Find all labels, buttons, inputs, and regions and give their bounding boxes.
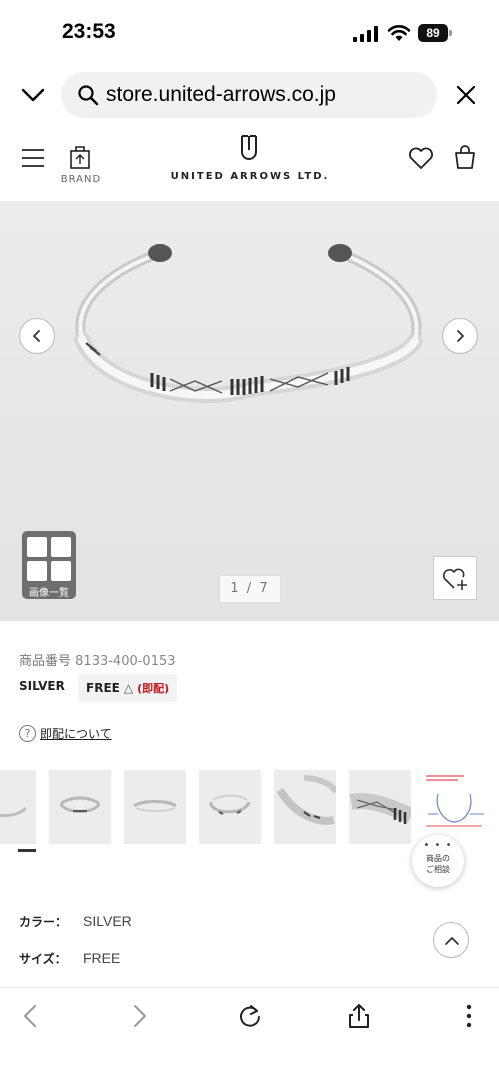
consult-line-1: 商品の xyxy=(426,854,450,863)
arrow-right-icon xyxy=(457,330,464,342)
more-icon xyxy=(466,1004,472,1028)
grid-icon-cell xyxy=(51,537,71,557)
spec-size-label: サイズ： xyxy=(19,952,67,966)
next-image-button[interactable] xyxy=(442,318,478,354)
thumbnail-7[interactable] xyxy=(424,770,486,844)
spec-color-label: カラー： xyxy=(19,915,68,929)
battery-tip xyxy=(449,30,452,36)
consult-label: 商品の ご相談 xyxy=(412,853,464,875)
scroll-to-top-button[interactable] xyxy=(433,922,469,958)
arrow-left-icon xyxy=(33,330,40,342)
menu-icon[interactable] xyxy=(21,147,45,169)
wifi-icon xyxy=(387,25,411,41)
thumbnail-image xyxy=(276,775,339,825)
image-list-button[interactable]: 画像一覧 xyxy=(22,531,76,599)
thumbnail-image xyxy=(349,793,415,824)
image-counter: 1 / 7 xyxy=(219,575,281,603)
consult-dots-icon: • • • xyxy=(423,840,453,851)
heart-icon[interactable] xyxy=(408,146,434,170)
status-time: 23:53 xyxy=(62,20,116,43)
thumbnail-2[interactable] xyxy=(49,770,111,844)
product-number: 商品番号 8133-400-0153 xyxy=(19,650,176,669)
share-button[interactable] xyxy=(345,1002,373,1030)
status-bar: 23:53 89 xyxy=(0,0,499,66)
spec-size-row: サイズ： FREE xyxy=(19,948,120,968)
variant-color: SILVER xyxy=(19,679,65,693)
thumbnail-strip[interactable] xyxy=(0,770,499,846)
grid-icon xyxy=(27,537,47,557)
brand-icon xyxy=(70,146,90,169)
back-button[interactable] xyxy=(17,1002,45,1030)
size-option-label: FREE xyxy=(86,681,120,695)
question-icon: ? xyxy=(19,725,36,742)
thumbnail-1[interactable] xyxy=(0,770,36,844)
spec-size-value: FREE xyxy=(83,950,121,966)
thumbnail-4[interactable] xyxy=(199,770,261,844)
thumbnail-3[interactable] xyxy=(124,770,186,844)
battery-indicator: 89 xyxy=(418,24,452,42)
search-icon xyxy=(78,85,99,106)
reload-button[interactable] xyxy=(236,1002,264,1030)
close-icon[interactable] xyxy=(454,83,478,107)
product-number-value: 8133-400-0153 xyxy=(75,654,176,669)
shipping-link-text: 即配について xyxy=(40,727,112,741)
brand-label: BRAND xyxy=(60,174,102,185)
grid-icon-cell xyxy=(27,561,47,581)
consult-line-2: ご相談 xyxy=(426,865,450,874)
chevron-down-icon[interactable] xyxy=(20,82,46,108)
site-header: BRAND UNITED ARROWS LTD. xyxy=(0,128,499,198)
chevron-up-icon xyxy=(445,937,459,945)
share-icon xyxy=(349,1004,369,1028)
site-logo[interactable]: UNITED ARROWS LTD. xyxy=(120,171,380,182)
forward-icon xyxy=(134,1005,146,1027)
thumbnail-image xyxy=(59,796,101,813)
product-number-label: 商品番号 xyxy=(19,654,72,669)
bag-icon[interactable] xyxy=(452,144,478,170)
spec-color-value: SILVER xyxy=(83,913,132,929)
thumbnail-image xyxy=(426,775,484,827)
forward-button[interactable] xyxy=(125,1002,153,1030)
thumbnail-image xyxy=(133,800,177,812)
thumbnail-5[interactable] xyxy=(274,770,339,844)
heart-plus-icon xyxy=(443,568,467,590)
back-icon xyxy=(24,1005,36,1027)
browser-toolbar xyxy=(0,987,499,1080)
thumbnail-indicator xyxy=(18,849,36,852)
url-text: store.united-arrows.co.jp xyxy=(106,83,336,106)
thumbnail-image xyxy=(0,806,28,817)
thumbnail-image xyxy=(209,794,251,815)
product-image-gallery[interactable]: 画像一覧 1 / 7 xyxy=(0,201,499,621)
spec-color-row: カラー： SILVER xyxy=(19,911,132,931)
thumbnail-6[interactable] xyxy=(349,770,415,844)
browser-address-row: store.united-arrows.co.jp xyxy=(0,66,499,124)
add-favorite-button[interactable] xyxy=(433,556,477,600)
logo-mark-icon[interactable] xyxy=(238,134,260,164)
stock-note: (即配) xyxy=(137,682,170,695)
address-bar[interactable]: store.united-arrows.co.jp xyxy=(61,72,437,118)
image-list-label: 画像一覧 xyxy=(29,588,69,599)
stock-mark: △ xyxy=(123,681,134,695)
reload-icon xyxy=(240,1005,260,1027)
grid-icon-cell xyxy=(51,561,71,581)
brand-button[interactable]: BRAND xyxy=(58,140,104,194)
product-consult-button[interactable]: • • • 商品の ご相談 xyxy=(412,835,464,887)
more-button[interactable] xyxy=(455,1002,483,1030)
size-option-chip[interactable]: FREE △ (即配) xyxy=(78,674,178,702)
previous-image-button[interactable] xyxy=(19,318,55,354)
signal-icon xyxy=(353,26,378,42)
battery-level: 89 xyxy=(418,24,448,42)
